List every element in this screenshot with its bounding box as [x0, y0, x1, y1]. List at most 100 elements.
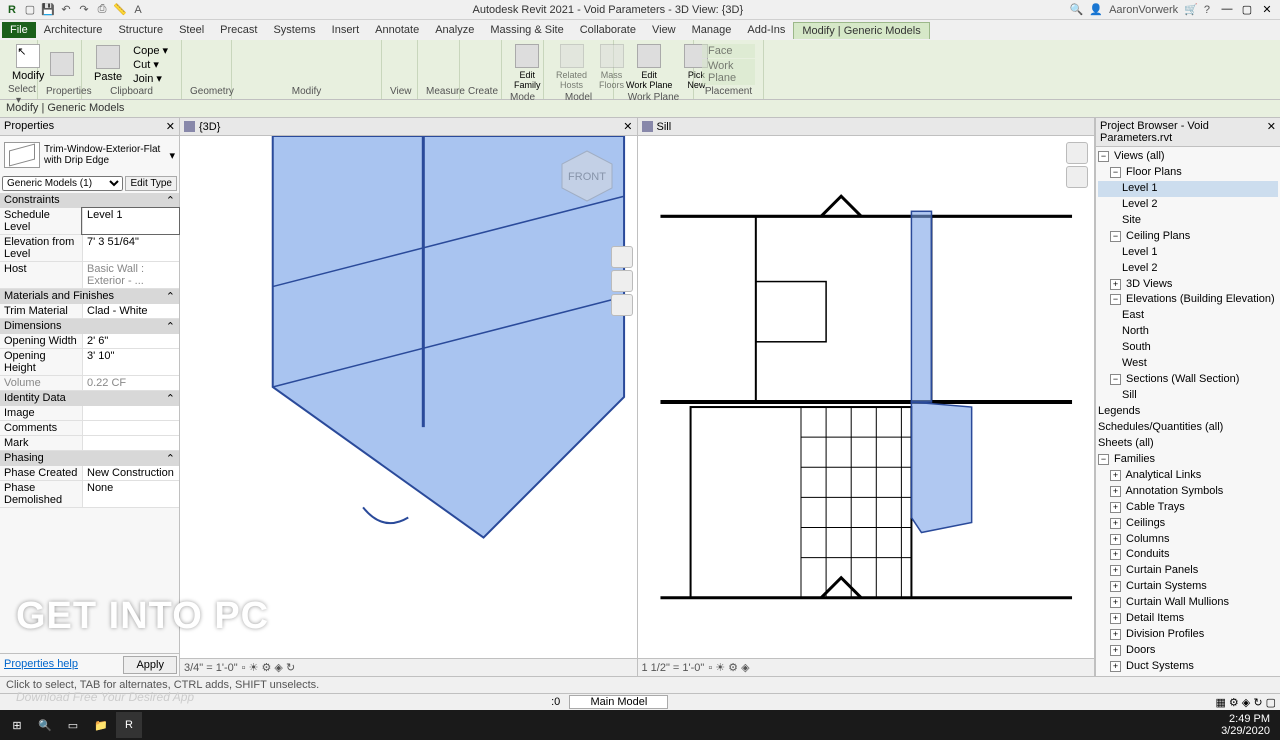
tree-node[interactable]: − Floor Plans [1098, 165, 1278, 181]
elevation-field[interactable]: 7' 3 51/64" [82, 235, 179, 261]
tab-modify[interactable]: Modify | Generic Models [793, 22, 929, 39]
tab-insert[interactable]: Insert [324, 22, 368, 38]
tree-node[interactable]: Schedules/Quantities (all) [1098, 420, 1278, 436]
phase-created-field[interactable]: New Construction [82, 466, 179, 480]
tree-node[interactable]: − Elevations (Building Elevation) [1098, 292, 1278, 308]
group-materials[interactable]: Materials and Finishes⌃ [0, 289, 179, 304]
tree-node[interactable]: + Curtain Panels [1098, 563, 1278, 579]
pan-icon[interactable] [611, 270, 633, 292]
tab-collaborate[interactable]: Collaborate [572, 22, 644, 38]
opening-width-field[interactable]: 2' 6" [82, 334, 179, 348]
close-icon[interactable]: ✕ [1267, 120, 1276, 144]
undo-icon[interactable]: ↶ [58, 2, 74, 18]
main-model-selector[interactable]: Main Model [569, 695, 668, 709]
tree-node[interactable]: Level 1 [1098, 245, 1278, 261]
task-view-icon[interactable]: ▭ [60, 712, 86, 738]
cope-button[interactable]: Cope ▾ [130, 44, 171, 57]
tree-node[interactable]: + Division Profiles [1098, 627, 1278, 643]
paste-button[interactable]: Paste [90, 43, 126, 85]
tab-analyze[interactable]: Analyze [427, 22, 482, 38]
tree-node[interactable]: + Curtain Systems [1098, 579, 1278, 595]
tab-architecture[interactable]: Architecture [36, 22, 111, 38]
view-sill-tab[interactable]: Sill [657, 121, 672, 133]
phase-demolished-field[interactable]: None [82, 481, 179, 507]
start-button[interactable]: ⊞ [4, 712, 30, 738]
group-identity[interactable]: Identity Data⌃ [0, 391, 179, 406]
tree-node[interactable]: − Ceiling Plans [1098, 229, 1278, 245]
minimize-button[interactable]: — [1218, 3, 1236, 16]
tab-steel[interactable]: Steel [171, 22, 212, 38]
tab-view[interactable]: View [644, 22, 684, 38]
face-button[interactable]: Face [702, 44, 755, 58]
tree-node[interactable]: − Families [1098, 452, 1278, 468]
zoom-icon[interactable] [611, 294, 633, 316]
revit-taskbar-icon[interactable]: R [116, 712, 142, 738]
tab-massing[interactable]: Massing & Site [482, 22, 571, 38]
tab-annotate[interactable]: Annotate [367, 22, 427, 38]
tree-node[interactable]: − Sections (Wall Section) [1098, 372, 1278, 388]
properties-help-link[interactable]: Properties help [2, 656, 121, 674]
clock-time[interactable]: 2:49 PM [1221, 713, 1270, 725]
explorer-icon[interactable]: 📁 [88, 712, 114, 738]
category-selector[interactable]: Generic Models (1) [2, 176, 123, 191]
tab-addins[interactable]: Add-Ins [739, 22, 793, 38]
tree-node[interactable]: + Columns [1098, 532, 1278, 548]
tree-node[interactable]: South [1098, 340, 1278, 356]
group-dimensions[interactable]: Dimensions⌃ [0, 319, 179, 334]
tree-node[interactable]: + 3D Views [1098, 277, 1278, 293]
workplane-button[interactable]: Work Plane [702, 59, 755, 85]
close-button[interactable]: ✕ [1258, 3, 1276, 16]
tree-node[interactable]: + Ceilings [1098, 516, 1278, 532]
view-cube[interactable]: FRONT [557, 146, 617, 206]
tree-node[interactable]: + Conduits [1098, 547, 1278, 563]
tree-node[interactable]: + Curtain Wall Mullions [1098, 595, 1278, 611]
close-view-icon[interactable]: ✕ [623, 120, 632, 133]
tree-node[interactable]: Level 2 [1098, 197, 1278, 213]
edit-workplane-button[interactable]: Edit Work Plane [622, 42, 676, 92]
view-3d-canvas[interactable]: FRONT [180, 136, 637, 658]
tab-file[interactable]: File [2, 22, 36, 38]
image-field[interactable] [82, 406, 179, 420]
tree-node[interactable]: North [1098, 324, 1278, 340]
group-phasing[interactable]: Phasing⌃ [0, 451, 179, 466]
apply-button[interactable]: Apply [123, 656, 177, 674]
tree-node[interactable]: + Detail Items [1098, 611, 1278, 627]
group-constraints[interactable]: Constraints⌃ [0, 193, 179, 208]
tab-precast[interactable]: Precast [212, 22, 265, 38]
trim-material-field[interactable]: Clad - White [82, 304, 179, 318]
tree-node[interactable]: West [1098, 356, 1278, 372]
tree-node[interactable]: + Analytical Links [1098, 468, 1278, 484]
user-icon[interactable]: 👤 [1089, 3, 1103, 16]
tree-node[interactable]: Level 1 [1098, 181, 1278, 197]
tab-systems[interactable]: Systems [265, 22, 323, 38]
close-icon[interactable]: ✕ [166, 120, 175, 133]
nav-tool-icon[interactable] [1066, 166, 1088, 188]
tree-node[interactable]: + Duct Systems [1098, 659, 1278, 675]
tab-structure[interactable]: Structure [110, 22, 171, 38]
tree-node[interactable]: Level 2 [1098, 261, 1278, 277]
view-sill-canvas[interactable] [638, 136, 1095, 658]
cut-button[interactable]: Cut ▾ [130, 58, 171, 71]
schedule-level-field[interactable]: Level 1 [82, 208, 179, 234]
text-icon[interactable]: A [130, 2, 146, 18]
nav-tool-icon[interactable] [1066, 142, 1088, 164]
type-dropdown-icon[interactable]: ▾ [169, 149, 175, 162]
mass-floors-button[interactable]: Mass Floors [595, 42, 628, 92]
tree-node[interactable]: − Views (all) [1098, 149, 1278, 165]
properties-button[interactable] [46, 50, 78, 78]
measure-icon[interactable]: 📏 [112, 2, 128, 18]
save-icon[interactable]: 💾 [40, 2, 56, 18]
tree-node[interactable]: Legends [1098, 404, 1278, 420]
help-icon[interactable]: ? [1204, 4, 1210, 16]
mark-field[interactable] [82, 436, 179, 450]
edit-type-button[interactable]: Edit Type [125, 176, 177, 191]
host-field[interactable]: Basic Wall : Exterior - ... [82, 262, 179, 288]
tree-node[interactable]: + Annotation Symbols [1098, 484, 1278, 500]
search-icon[interactable]: 🔍 [1070, 3, 1084, 16]
maximize-button[interactable]: ▢ [1238, 3, 1256, 16]
steering-wheel-icon[interactable] [611, 246, 633, 268]
app-icon[interactable]: R [4, 2, 20, 18]
redo-icon[interactable]: ↷ [76, 2, 92, 18]
tree-node[interactable]: Sheets (all) [1098, 436, 1278, 452]
view-3d-tab[interactable]: {3D} [199, 121, 220, 133]
